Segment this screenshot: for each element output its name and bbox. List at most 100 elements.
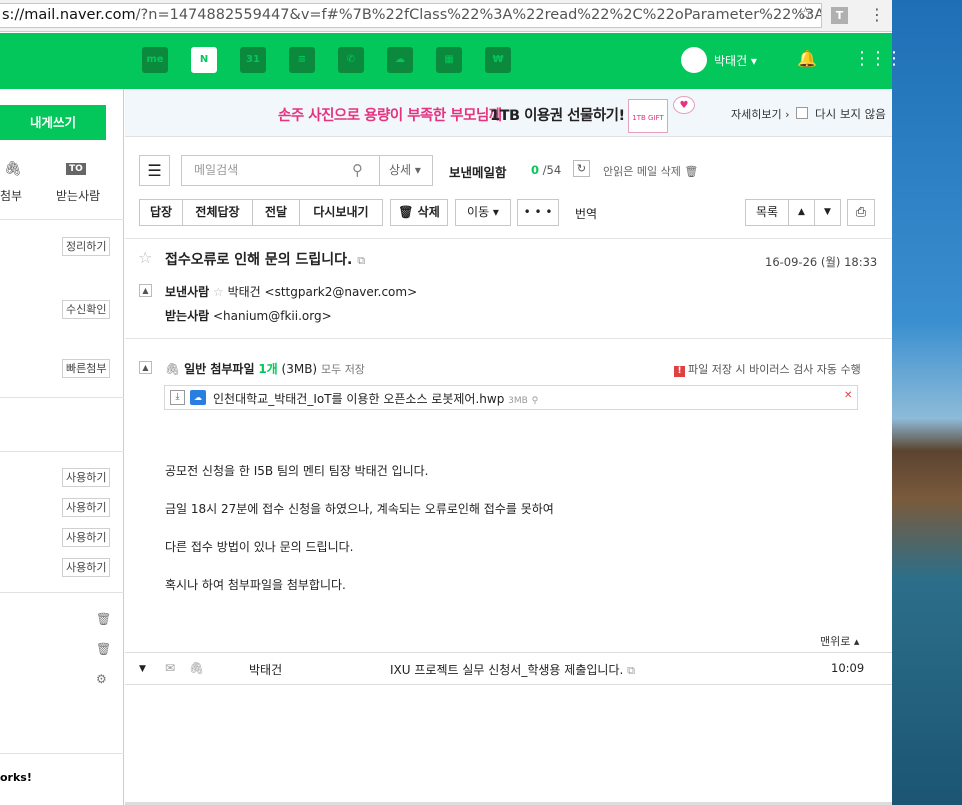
collapse-toggle-icon[interactable]: ▲ bbox=[139, 284, 152, 297]
read-receipt-button[interactable]: 수신확인 bbox=[62, 300, 111, 319]
pay-app-icon[interactable]: ₩ bbox=[485, 47, 511, 73]
divider bbox=[0, 397, 124, 398]
cloud-save-icon[interactable]: ☁ bbox=[190, 390, 206, 405]
organize-button[interactable]: 정리하기 bbox=[62, 237, 111, 256]
unread-count: 0 bbox=[531, 163, 540, 177]
more-actions-button[interactable]: • • • bbox=[517, 199, 559, 226]
contacts-app-icon[interactable]: ≡ bbox=[289, 47, 315, 73]
hamburger-menu-icon[interactable]: ☰ bbox=[139, 155, 170, 186]
reply-button[interactable]: 답장 bbox=[139, 199, 183, 226]
next-mail-subject[interactable]: IXU 프로젝트 실무 신청서_학생용 제출입니다. ⧉ bbox=[390, 661, 635, 678]
reply-all-button[interactable]: 전체답장 bbox=[182, 199, 253, 226]
divider bbox=[125, 338, 892, 339]
from-row: 보낸사람 ☆ 박태건 <sttgpark2@naver.com> bbox=[165, 283, 417, 300]
next-mail-sender[interactable]: 박태건 bbox=[249, 661, 282, 678]
move-dropdown[interactable]: 이동 ▾ bbox=[455, 199, 511, 226]
calendar-app-icon[interactable]: 31 bbox=[240, 47, 266, 73]
prev-mail-icon[interactable]: ▲ bbox=[788, 199, 815, 226]
use-button-4[interactable]: 사용하기 bbox=[62, 558, 111, 577]
paperclip-icon[interactable]: 🖇 bbox=[4, 161, 22, 177]
paperclip-icon: 🖇 bbox=[189, 661, 205, 675]
download-icon[interactable]: ⤓ bbox=[170, 390, 185, 405]
cloud-app-icon[interactable]: ☁ bbox=[387, 47, 413, 73]
delete-button[interactable]: 🗑 삭제 bbox=[390, 199, 448, 226]
preview-search-icon[interactable]: ⚲ bbox=[532, 396, 539, 406]
attach-count: 1개 bbox=[258, 362, 278, 376]
body-line: 공모전 신청을 한 I5B 팀의 멘티 팀장 박태건 입니다. bbox=[165, 464, 429, 478]
search-input[interactable]: 메일검색 bbox=[181, 155, 380, 186]
attachment-bar: 🖇 일반 첨부파일 1개 (3MB) 모두 저장 bbox=[165, 360, 365, 377]
bell-icon[interactable]: 🔔 bbox=[797, 49, 817, 68]
grid-menu-icon[interactable]: ⋮⋮⋮ bbox=[853, 48, 903, 69]
star-icon[interactable]: ☆ bbox=[138, 248, 152, 267]
remove-icon[interactable]: ✕ bbox=[844, 390, 852, 401]
divider bbox=[0, 219, 124, 220]
avatar[interactable] bbox=[681, 47, 707, 73]
bookmark-star-icon[interactable]: ☆ bbox=[798, 4, 813, 24]
hide-banner-label[interactable]: 다시 보지 않음 bbox=[815, 106, 886, 122]
mail-subject: 접수오류로 인해 문의 드립니다. ⧉ bbox=[165, 249, 365, 269]
banner-more-link[interactable]: 자세히보기 › bbox=[731, 106, 790, 122]
promo-banner[interactable]: 손주 사진으로 용량이 부족한 부모님께 1TB 이용권 선물하기! 1TB G… bbox=[125, 89, 892, 137]
envelope-icon: ✉ bbox=[165, 661, 176, 675]
browser-menu-icon[interactable]: ⋮ bbox=[869, 5, 885, 24]
star-icon[interactable]: ☆ bbox=[213, 285, 224, 299]
file-size: 3MB bbox=[508, 396, 528, 406]
divider bbox=[125, 238, 892, 239]
refresh-icon[interactable]: ↻ bbox=[573, 160, 590, 177]
address-bar[interactable]: s://mail.naver.com/?n=1474882559447&v=f#… bbox=[0, 3, 822, 28]
use-button-1[interactable]: 사용하기 bbox=[62, 468, 111, 487]
use-button-3[interactable]: 사용하기 bbox=[62, 528, 111, 547]
expand-icon[interactable]: ▼ bbox=[139, 664, 146, 674]
attach-filter-label[interactable]: 첨부 bbox=[0, 187, 22, 204]
write-to-self-button[interactable]: 내게쓰기 bbox=[0, 105, 106, 140]
translate-button[interactable]: 번역 bbox=[575, 205, 597, 222]
next-mail-icon[interactable]: ▼ bbox=[814, 199, 841, 226]
use-button-2[interactable]: 사용하기 bbox=[62, 498, 111, 517]
search-detail-dropdown[interactable]: 상세 ▾ bbox=[379, 155, 433, 186]
from-value[interactable]: 박태건 <sttgpark2@naver.com> bbox=[228, 285, 418, 299]
hide-banner-checkbox[interactable] bbox=[796, 107, 808, 119]
search-icon[interactable]: ⚲ bbox=[352, 161, 363, 179]
desktop-background bbox=[892, 0, 962, 805]
to-top-link[interactable]: 맨위로 ▴ bbox=[820, 633, 859, 649]
print-icon[interactable]: ⎙ bbox=[847, 199, 875, 226]
to-value[interactable]: <hanium@fkii.org> bbox=[213, 309, 332, 323]
divider bbox=[0, 592, 124, 593]
list-button[interactable]: 목록 bbox=[745, 199, 789, 226]
trash-icon[interactable]: 🗑 bbox=[96, 612, 111, 626]
url-path: /?n=1474882559447&v=f#%7B%22fClass%22%3A… bbox=[135, 7, 821, 23]
list-item[interactable]: ▼ ✉ 🖇 박태건 IXU 프로젝트 실무 신청서_학생용 제출입니다. ⧉ 1… bbox=[125, 652, 892, 685]
to-filter-label[interactable]: 받는사람 bbox=[56, 187, 100, 204]
memo-app-icon[interactable]: ▦ bbox=[436, 47, 462, 73]
quick-attach-button[interactable]: 빠른첨부 bbox=[62, 359, 111, 378]
save-all-link[interactable]: 모두 저장 bbox=[321, 363, 365, 376]
extension-icon[interactable]: T bbox=[831, 7, 848, 24]
from-label: 보낸사람 bbox=[165, 285, 210, 299]
mail-subject-text: 접수오류로 인해 문의 드립니다. bbox=[165, 252, 353, 268]
resend-button[interactable]: 다시보내기 bbox=[299, 199, 383, 226]
body-line: 혹시나 하여 첨부파일을 첨부합니다. bbox=[165, 578, 346, 592]
file-name[interactable]: 인천대학교_박태건_IoT를 이용한 오픈소스 로봇제어.hwp 3MB ⚲ bbox=[213, 390, 538, 407]
body-line: 금일 18시 27분에 접수 신청을 하였으나, 계속되는 오류로인해 접수를 … bbox=[165, 502, 554, 516]
forward-button[interactable]: 전달 bbox=[252, 199, 300, 226]
sidebar: 내게쓰기 🖇 첨부 TO 받는사람 정리하기 수신확인 빠른첨부 사용하기 사용… bbox=[0, 89, 124, 805]
banner-message: 1TB 이용권 선물하기! bbox=[490, 108, 625, 124]
attach-toggle-icon[interactable]: ▲ bbox=[139, 361, 152, 374]
user-name-menu[interactable]: 박태건 ▾ bbox=[714, 52, 757, 69]
popup-icon[interactable]: ⧉ bbox=[357, 254, 365, 267]
phone-app-icon[interactable]: ✆ bbox=[338, 47, 364, 73]
delete-unread-link[interactable]: 안읽은 메일 삭제 🗑 bbox=[603, 163, 698, 179]
popup-icon[interactable]: ⧉ bbox=[627, 664, 635, 677]
attachment-file[interactable]: ⤓ ☁ 인천대학교_박태건_IoT를 이용한 오픈소스 로봇제어.hwp 3MB… bbox=[164, 385, 858, 410]
mail-app-icon[interactable]: N bbox=[191, 47, 217, 73]
mail-count: 0 /54 bbox=[531, 163, 561, 177]
browser-toolbar: s://mail.naver.com/?n=1474882559447&v=f#… bbox=[0, 0, 892, 32]
trash-icon[interactable]: 🗑 bbox=[96, 642, 111, 656]
settings-gear-icon[interactable]: ⚙ bbox=[96, 672, 107, 686]
next-mail-subject-text: IXU 프로젝트 실무 신청서_학생용 제출입니다. bbox=[390, 663, 624, 677]
to-badge-icon[interactable]: TO bbox=[66, 163, 86, 175]
url-host: s://mail.naver.com bbox=[2, 7, 136, 23]
attach-size: (3MB) bbox=[281, 362, 318, 376]
me-app-icon[interactable]: me bbox=[142, 47, 168, 73]
